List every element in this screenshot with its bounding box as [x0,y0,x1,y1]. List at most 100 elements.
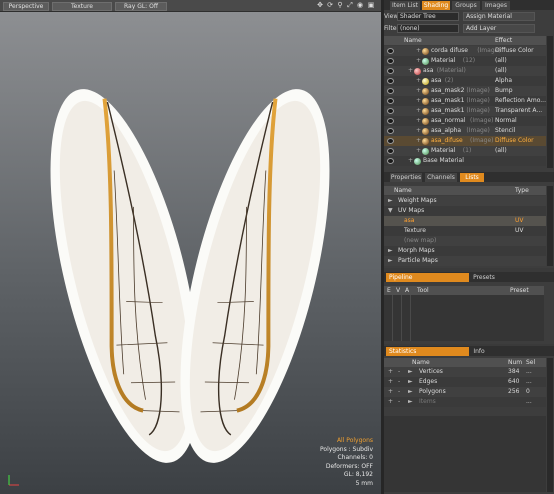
fit-icon[interactable]: ⤢ [346,1,354,9]
add-selection-icon[interactable]: + [388,377,393,387]
shader-row[interactable]: + Material (1) (all) [384,146,546,156]
3d-viewport[interactable]: Perspective Texture Ray GL: Off ✥ ⟳ ⚲ ⤢ … [0,0,381,494]
shader-row-effect[interactable]: Diffuse Color [495,46,534,56]
tab-properties[interactable]: Properties [390,173,422,182]
visibility-eye-icon[interactable] [387,48,394,54]
expand-icon[interactable]: + [416,46,421,56]
expand-arrow-icon[interactable]: ► [408,397,413,407]
shader-row[interactable]: + asa (2) Alpha [384,76,546,86]
stats-row[interactable]: + - ► Edges 640... [384,377,546,387]
shader-row-effect[interactable]: Transparent A... [495,106,542,116]
ray-gl-button[interactable]: Ray GL: Off [115,2,167,11]
visibility-eye-icon[interactable] [387,118,394,124]
visibility-eye-icon[interactable] [387,158,394,164]
visibility-eye-icon[interactable] [387,68,394,74]
visibility-eye-icon[interactable] [387,78,394,84]
shader-row[interactable]: + asa_alpha (Image) Stencil [384,126,546,136]
shader-row-effect[interactable]: (all) [495,56,507,66]
rotate-icon[interactable]: ⟳ [326,1,334,9]
shader-row[interactable]: + asa_normal (Image) Normal [384,116,546,126]
visibility-eye-icon[interactable] [387,58,394,64]
expand-arrow-icon[interactable]: ► [388,196,393,206]
stats-scrollbar[interactable] [547,358,553,492]
remove-selection-icon[interactable]: - [398,387,400,397]
stats-row[interactable]: + - ► Vertices 384... [384,367,546,377]
tab-groups[interactable]: Groups [452,1,480,10]
expand-icon[interactable]: + [416,136,421,146]
expand-arrow-icon[interactable]: ► [408,377,413,387]
move-icon[interactable]: ✥ [316,1,324,9]
remove-selection-icon[interactable]: - [398,377,400,387]
add-selection-icon[interactable]: + [388,397,393,407]
tab-shading[interactable]: Shading [422,1,450,10]
camera-icon[interactable]: ◉ [356,1,364,9]
list-item[interactable]: Texture UV [384,226,546,236]
expand-icon[interactable]: + [416,106,421,116]
lists-scrollbar[interactable] [547,186,553,266]
shader-row[interactable]: + corda difuse (Image) Diffuse Color [384,46,546,56]
expand-icon[interactable]: + [416,146,421,156]
shader-scrollbar[interactable] [547,36,553,168]
add-layer-button[interactable]: Add Layer [463,24,535,33]
stats-row[interactable]: + - ► Polygons 256 0 [384,387,546,397]
add-selection-icon[interactable]: + [388,387,393,397]
shader-row-effect[interactable]: Stencil [495,126,515,136]
shader-row-effect[interactable]: Alpha [495,76,512,86]
list-item[interactable]: ► Particle Maps [384,256,546,266]
expand-icon[interactable]: + [416,86,421,96]
view-select[interactable]: Shader Tree [397,12,459,21]
shader-row[interactable]: + Base Material [384,156,546,166]
list-item[interactable]: ► Weight Maps [384,196,546,206]
shader-row-effect[interactable]: (all) [495,146,507,156]
filter-select[interactable]: (none) [397,24,459,33]
shader-row[interactable]: + asa (Material) (all) [384,66,546,76]
shader-row[interactable]: + Material (12) (all) [384,56,546,66]
visibility-eye-icon[interactable] [387,148,394,154]
expand-arrow-icon[interactable]: ▼ [388,206,393,216]
list-item[interactable]: ► Morph Maps [384,246,546,256]
stats-row[interactable]: + - ► Items... [384,397,546,407]
list-item[interactable]: asa UV [384,216,546,226]
shader-row-effect[interactable]: (all) [495,66,507,76]
expand-icon[interactable]: ▣ [367,1,375,9]
tab-presets[interactable]: Presets [469,273,499,282]
shader-row[interactable]: + asa_mask2 (Image) Bump [384,86,546,96]
shader-row[interactable]: + asa_mask1 (Image) Transparent A... [384,106,546,116]
expand-arrow-icon[interactable]: ► [388,256,393,266]
remove-selection-icon[interactable]: - [398,367,400,377]
shader-row-effect[interactable]: Diffuse Color [495,136,534,146]
tab-info[interactable]: Info [469,347,489,356]
visibility-eye-icon[interactable] [387,88,394,94]
tab-lists[interactable]: Lists [460,173,484,182]
pipeline-list[interactable] [384,295,544,341]
expand-icon[interactable]: + [416,126,421,136]
expand-icon[interactable]: + [416,116,421,126]
expand-icon[interactable]: + [416,56,421,66]
visibility-eye-icon[interactable] [387,98,394,104]
shader-row[interactable]: + asa_difuse (Image) Diffuse Color [384,136,546,146]
list-item[interactable]: ▼ UV Maps [384,206,546,216]
texture-button[interactable]: Texture [52,2,112,11]
shader-row-effect[interactable]: Reflection Amo... [495,96,546,106]
expand-arrow-icon[interactable]: ► [408,387,413,397]
add-selection-icon[interactable]: + [388,367,393,377]
expand-icon[interactable]: + [408,66,413,76]
tab-statistics[interactable]: Statistics [386,347,469,356]
expand-icon[interactable]: + [416,96,421,106]
tab-pipeline[interactable]: Pipeline [386,273,469,282]
tab-images[interactable]: Images [482,1,510,10]
shader-row-effect[interactable]: Bump [495,86,513,96]
remove-selection-icon[interactable]: - [398,397,400,407]
zoom-icon[interactable]: ⚲ [336,1,344,9]
perspective-button[interactable]: Perspective [3,2,49,11]
list-item[interactable]: (new map) [384,236,546,246]
assign-material-button[interactable]: Assign Material [463,12,535,21]
expand-arrow-icon[interactable]: ► [388,246,393,256]
shader-row[interactable]: + asa_mask1 (Image) Reflection Amo... [384,96,546,106]
shader-row-effect[interactable]: Normal [495,116,517,126]
tab-item-list[interactable]: Item List [390,1,420,10]
expand-icon[interactable]: + [408,156,413,166]
visibility-eye-icon[interactable] [387,128,394,134]
tab-channels[interactable]: Channels [425,173,457,182]
visibility-eye-icon[interactable] [387,108,394,114]
